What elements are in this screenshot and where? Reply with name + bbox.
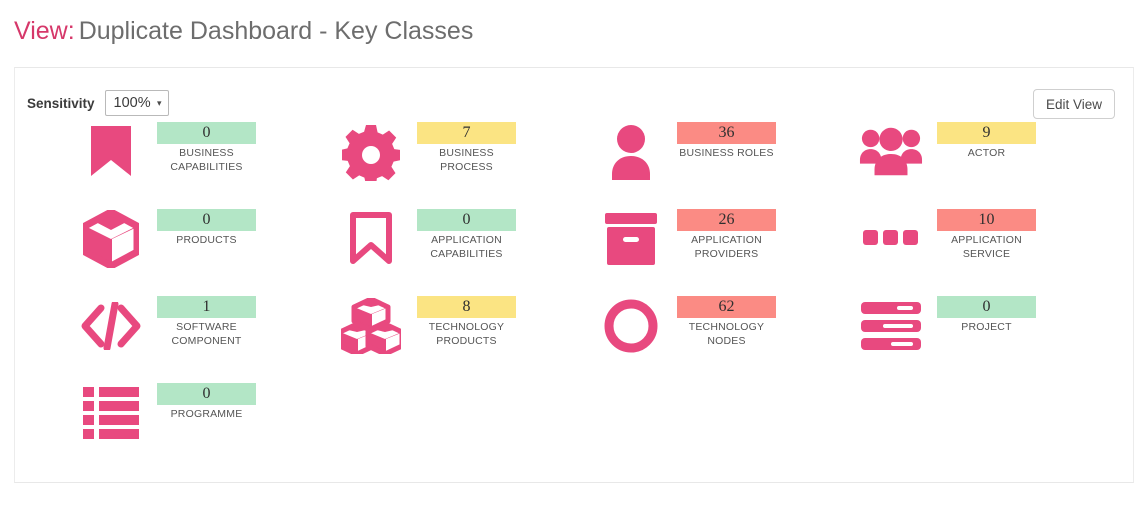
- archive-box-icon: [599, 207, 663, 271]
- metric-label: Actor: [967, 147, 1006, 159]
- sensitivity-value: 100%: [113, 95, 151, 111]
- metric-tile[interactable]: 26 Application Providers: [599, 207, 859, 294]
- view-prefix-label: View:: [14, 17, 75, 45]
- metric-tile[interactable]: 0 Programme: [79, 381, 339, 468]
- metric-tile-body: 0 Project: [937, 294, 1036, 334]
- metric-tile-body: 62 Technology Nodes: [677, 294, 776, 348]
- metric-tile-body: 9 Actor: [937, 120, 1036, 160]
- metric-tile[interactable]: 0 Business Capabilities: [79, 120, 339, 207]
- metric-tile-body: 0 Application Capabilities: [417, 207, 516, 261]
- metric-tile-body: 1 Software Component: [157, 294, 256, 348]
- metric-count-badge: 7: [417, 122, 516, 144]
- metric-label: Technology Products: [428, 321, 505, 347]
- metric-label: Business Roles: [679, 147, 774, 159]
- edit-view-button[interactable]: Edit View: [1032, 89, 1115, 119]
- metric-label: Business Process: [439, 147, 494, 173]
- metric-tile[interactable]: 7 Business Process: [339, 120, 599, 207]
- metric-label: Application Providers: [691, 234, 762, 260]
- metric-count-badge: 8: [417, 296, 516, 318]
- person-icon: [599, 120, 663, 184]
- metric-count-badge: 0: [157, 209, 256, 231]
- three-dots-icon: [859, 207, 923, 271]
- metric-tile[interactable]: 1 Software Component: [79, 294, 339, 381]
- metric-tile-body: 7 Business Process: [417, 120, 516, 174]
- metric-tile-body: 36 Business Roles: [677, 120, 776, 160]
- code-brackets-icon: [79, 294, 143, 358]
- metric-label: Application Service: [951, 234, 1022, 260]
- metric-label: Project: [961, 321, 1012, 333]
- gear-icon: [339, 120, 403, 184]
- cube-icon: [79, 207, 143, 271]
- page-title: View: Duplicate Dashboard - Key Classes: [14, 14, 473, 48]
- bookmark-filled-icon: [79, 120, 143, 184]
- metric-tile[interactable]: 0 Project: [859, 294, 1119, 381]
- dashboard-panel: Sensitivity 100% ▾ Edit View 0 Business C…: [14, 67, 1134, 483]
- metric-tile[interactable]: 36 Business Roles: [599, 120, 859, 207]
- metric-tile-grid: 0 Business Capabilities 7 Business Process 3…: [15, 120, 1133, 468]
- metric-tile-body: 0 Business Capabilities: [157, 120, 256, 174]
- people-group-icon: [859, 120, 923, 184]
- metric-count-badge: 36: [677, 122, 776, 144]
- metric-count-badge: 0: [937, 296, 1036, 318]
- metric-count-badge: 0: [417, 209, 516, 231]
- circle-ring-icon: [599, 294, 663, 358]
- metric-tile[interactable]: 62 Technology Nodes: [599, 294, 859, 381]
- metric-tile-body: 0 Programme: [157, 381, 256, 421]
- metric-label: Products: [176, 234, 237, 246]
- metric-count-badge: 1: [157, 296, 256, 318]
- metric-label: Business Capabilities: [170, 147, 243, 173]
- sensitivity-label: Sensitivity: [27, 95, 95, 111]
- chevron-down-icon: ▾: [157, 97, 162, 108]
- sensitivity-control: Sensitivity 100% ▾: [27, 90, 169, 116]
- metric-tile[interactable]: 0 Products: [79, 207, 339, 294]
- metric-count-badge: 10: [937, 209, 1036, 231]
- metric-count-badge: 0: [157, 122, 256, 144]
- metric-count-badge: 62: [677, 296, 776, 318]
- metric-count-badge: 26: [677, 209, 776, 231]
- metric-count-badge: 9: [937, 122, 1036, 144]
- metric-tile-body: 10 Application Service: [937, 207, 1036, 261]
- edit-view-button-label: Edit View: [1045, 96, 1102, 112]
- metric-tile[interactable]: 10 Application Service: [859, 207, 1119, 294]
- metric-tile[interactable]: 8 Technology Products: [339, 294, 599, 381]
- metric-tile-body: 26 Application Providers: [677, 207, 776, 261]
- dashboard-page: View: Duplicate Dashboard - Key Classes S…: [0, 0, 1148, 531]
- metric-label: Software Component: [171, 321, 242, 347]
- metric-label: Application Capabilities: [430, 234, 503, 260]
- metric-tile-body: 0 Products: [157, 207, 256, 247]
- bookmark-outline-icon: [339, 207, 403, 271]
- view-name-label: Duplicate Dashboard - Key Classes: [78, 17, 474, 45]
- metric-label: Programme: [170, 408, 243, 420]
- list-bullets-icon: [79, 381, 143, 445]
- metric-count-badge: 0: [157, 383, 256, 405]
- stacked-cubes-icon: [339, 294, 403, 358]
- metric-tile[interactable]: 9 Actor: [859, 120, 1119, 207]
- sensitivity-dropdown[interactable]: 100% ▾: [104, 90, 169, 116]
- metric-tile-body: 8 Technology Products: [417, 294, 516, 348]
- server-bars-icon: [859, 294, 923, 358]
- metric-label: Technology Nodes: [688, 321, 765, 347]
- metric-tile[interactable]: 0 Application Capabilities: [339, 207, 599, 294]
